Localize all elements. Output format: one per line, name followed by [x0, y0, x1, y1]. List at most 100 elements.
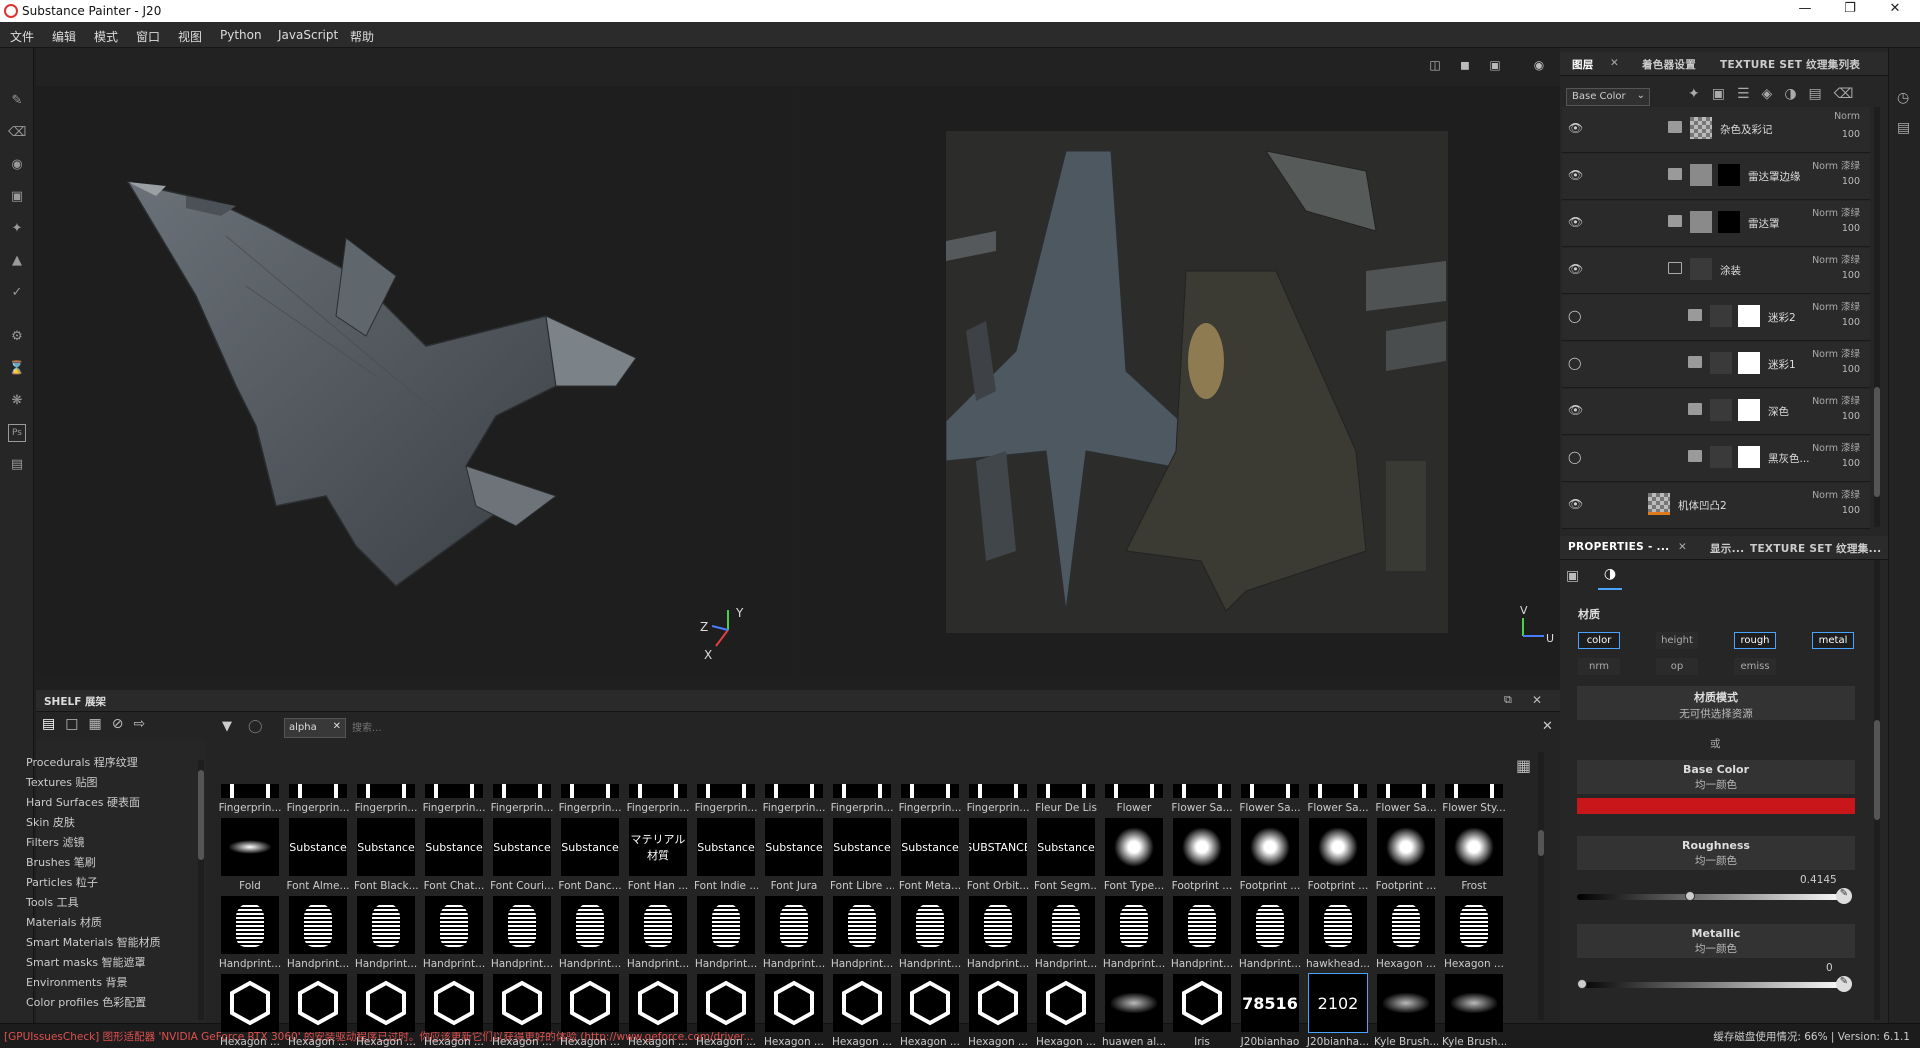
view-mode-icon[interactable]: ◫: [1426, 58, 1444, 74]
eye-icon[interactable]: 👁: [1568, 168, 1584, 182]
roughness-slider-knob[interactable]: [1684, 891, 1695, 901]
folder-icon[interactable]: ▤: [42, 716, 65, 732]
shelf-resource-item[interactable]: Substance Font Danc...: [558, 818, 622, 896]
shelf-resource-item[interactable]: Fingerprin...: [218, 740, 282, 818]
bake-icon[interactable]: ⌛: [8, 360, 26, 378]
close-search-icon[interactable]: ✕: [1542, 719, 1553, 734]
layer-row[interactable]: 👁 机体凹凸2 Norm 漆绿 100: [1562, 483, 1870, 529]
channel-emiss-button[interactable]: emiss: [1734, 658, 1776, 675]
metallic-section[interactable]: Metallic 均一颜色: [1577, 924, 1855, 958]
photoshop-icon[interactable]: Ps: [8, 424, 26, 442]
shelf-resource-item[interactable]: Fingerprin...: [626, 740, 690, 818]
shelf-resource-item[interactable]: Substance Font Couri...: [490, 818, 554, 896]
close-layers-tab-icon[interactable]: ✕: [1610, 57, 1619, 69]
eye-icon[interactable]: 👁: [1568, 121, 1584, 135]
shelf-resource-item[interactable]: Handprint...: [966, 896, 1030, 974]
filter-tag-alpha[interactable]: alpha ✕: [284, 718, 346, 738]
shelf-search-input[interactable]: [352, 718, 1512, 738]
viewport-3d[interactable]: Y Z X: [36, 86, 796, 674]
shader-ball-icon[interactable]: ◑: [1598, 566, 1622, 590]
add-folder-icon[interactable]: ▤: [1809, 86, 1834, 102]
tab-texture-set[interactable]: TEXTURE SET 纹理集...: [1750, 541, 1881, 556]
restore-icon[interactable]: ❐: [1835, 1, 1865, 21]
base-color-section[interactable]: Base Color 均一颜色: [1577, 760, 1855, 794]
shelf-resource-item[interactable]: Hexagon ...: [898, 974, 962, 1048]
tab-layers[interactable]: 图层: [1572, 57, 1594, 72]
channel-metal-button[interactable]: metal: [1812, 632, 1854, 649]
shelf-category-item[interactable]: Skin 皮肤: [26, 814, 75, 830]
tab-properties[interactable]: PROPERTIES - ...: [1568, 541, 1669, 553]
shelf-category-item[interactable]: Filters 滤镜: [26, 834, 84, 850]
layer-row[interactable]: ◯ 迷彩1 Norm 漆绿 100: [1562, 342, 1870, 388]
menu-file[interactable]: 文件: [10, 28, 34, 45]
shelf-resource-item[interactable]: huawen al...: [1102, 974, 1166, 1048]
layer-row[interactable]: 👁 深色 Norm 漆绿 100: [1562, 389, 1870, 435]
menu-edit[interactable]: 编辑: [52, 28, 76, 45]
shelf-resource-item[interactable]: Kyle Brush...: [1374, 974, 1438, 1048]
screenshot-icon[interactable]: ◉: [1530, 58, 1548, 74]
channel-color-button[interactable]: color: [1578, 632, 1620, 649]
layer-blend-mode[interactable]: Norm 漆绿: [1812, 158, 1860, 172]
metallic-edit-icon[interactable]: ✎: [1836, 976, 1852, 992]
plugin-icon[interactable]: ❋: [8, 392, 26, 410]
shelf-category-item[interactable]: Smart masks 智能遮罩: [26, 954, 146, 970]
categories-scrollbar[interactable]: [198, 760, 204, 1020]
shelf-resource-item[interactable]: Handprint...: [218, 896, 282, 974]
layer-row[interactable]: 👁 雷达罩边缘 Norm 漆绿 100: [1562, 154, 1870, 200]
shelf-category-item[interactable]: Procedurals 程序纹理: [26, 754, 138, 770]
shelf-resource-item[interactable]: Hexagon ...: [1374, 896, 1438, 974]
shelf-resource-item[interactable]: Hexagon ...: [966, 974, 1030, 1048]
shelf-resource-item[interactable]: Flower Sa...: [1170, 740, 1234, 818]
shelf-resource-item[interactable]: Hexagon ...: [286, 974, 350, 1048]
clone-stamp-icon[interactable]: ▲: [8, 252, 26, 270]
shelf-resource-item[interactable]: Flower Sty...: [1442, 740, 1506, 818]
shelf-resource-item[interactable]: Handprint...: [422, 896, 486, 974]
layer-opacity[interactable]: 100: [1842, 223, 1860, 234]
shelf-resource-item[interactable]: Flower: [1102, 740, 1166, 818]
shelf-resource-item[interactable]: Handprint...: [558, 896, 622, 974]
roughness-slider[interactable]: [1577, 891, 1847, 901]
shelf-resource-item[interactable]: Kyle Brush...: [1442, 974, 1506, 1048]
layers-scrollbar[interactable]: [1874, 107, 1880, 527]
layers-scrollbar-thumb[interactable]: [1874, 387, 1880, 497]
shelf-resource-item[interactable]: Substance Font Alme...: [286, 818, 350, 896]
layer-opacity[interactable]: 100: [1842, 411, 1860, 422]
polygon-fill-icon[interactable]: ▣: [8, 188, 26, 206]
close-icon[interactable]: ✕: [1880, 1, 1910, 21]
shelf-resource-item[interactable]: Flower Sa...: [1306, 740, 1370, 818]
menu-help[interactable]: 帮助: [350, 28, 374, 45]
shelf-resource-item[interactable]: Handprint...: [490, 896, 554, 974]
layer-row[interactable]: ◯ 黑灰色... Norm 漆绿 100: [1562, 436, 1870, 482]
shelf-category-item[interactable]: Materials 材质: [26, 914, 102, 930]
eraser-icon[interactable]: ⌫: [8, 124, 26, 142]
layer-blend-mode[interactable]: Norm: [1834, 111, 1860, 122]
shelf-resource-item[interactable]: Hexagon ...: [354, 974, 418, 1048]
shelf-resource-item[interactable]: Substance Font Jura: [762, 818, 826, 896]
shelf-resource-item[interactable]: Substance Font Indie ...: [694, 818, 758, 896]
roughness-section[interactable]: Roughness 均一颜色: [1577, 836, 1855, 870]
layer-blend-mode[interactable]: Norm 漆绿: [1812, 252, 1860, 266]
shelf-category-item[interactable]: Brushes 笔刷: [26, 854, 96, 870]
close-properties-tab-icon[interactable]: ✕: [1678, 541, 1687, 553]
filter-icon[interactable]: ▼: [222, 719, 232, 734]
color-picker-icon[interactable]: ✓: [8, 284, 26, 302]
history-icon[interactable]: ◷: [1897, 90, 1909, 106]
eye-off-icon[interactable]: ◯: [1568, 356, 1584, 370]
clear-filter-icon[interactable]: ◯: [248, 719, 263, 734]
shelf-resource-item[interactable]: Fingerprin...: [354, 740, 418, 818]
shelf-resource-item[interactable]: Iris: [1170, 974, 1234, 1048]
shelf-resource-item[interactable]: Fingerprin...: [422, 740, 486, 818]
settings-icon[interactable]: ⚙: [8, 328, 26, 346]
shelf-resource-item[interactable]: Hexagon ...: [762, 974, 826, 1048]
shelf-scrollbar-thumb[interactable]: [1538, 830, 1544, 856]
menu-python[interactable]: Python: [220, 28, 262, 42]
channel-nrm-button[interactable]: nrm: [1578, 658, 1620, 675]
eye-icon[interactable]: 👁: [1568, 403, 1584, 417]
layer-blend-mode[interactable]: Norm 漆绿: [1812, 299, 1860, 313]
layer-blend-mode[interactable]: Norm 漆绿: [1812, 440, 1860, 454]
shelf-category-item[interactable]: Smart Materials 智能材质: [26, 934, 161, 950]
shelf-resource-item[interactable]: Hexagon ...: [830, 974, 894, 1048]
environment-icon[interactable]: ◼: [1456, 58, 1474, 74]
shelf-category-item[interactable]: Environments 背景: [26, 974, 127, 990]
minimize-icon[interactable]: —: [1790, 1, 1820, 21]
